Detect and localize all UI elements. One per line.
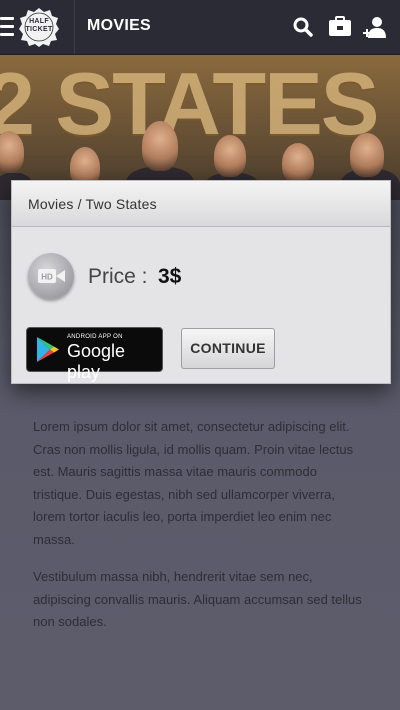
menu-icon[interactable] (0, 17, 14, 37)
continue-button[interactable]: CONTINUE (181, 328, 275, 369)
dialog-header: Movies / Two States (12, 181, 390, 227)
half-ticket-logo[interactable]: HALF TICKET (18, 7, 60, 47)
logo-line-half: HALF (29, 18, 49, 25)
description-paragraph: Vestibulum massa nibh, hendrerit vitae s… (33, 569, 362, 629)
search-icon[interactable] (290, 14, 316, 40)
movie-banner: 2 STATES (0, 55, 400, 200)
header-divider (74, 0, 75, 54)
hd-label: HD (41, 273, 53, 282)
page-title: MOVIES (87, 17, 152, 34)
store-large-text: Google play (67, 341, 126, 382)
cast-member (350, 133, 384, 177)
store-small-text: ANDROID APP ON (67, 334, 123, 340)
google-play-button[interactable]: ANDROID APP ON Google play (26, 327, 163, 382)
cast-member (214, 135, 246, 177)
ticket-wallet-icon[interactable] (327, 14, 353, 40)
google-play-icon (37, 337, 59, 362)
cast-member (282, 143, 314, 183)
logo-line-ticket: TICKET (25, 26, 53, 33)
user-add-icon[interactable] (362, 14, 388, 40)
price-label: Price : (88, 265, 148, 288)
banner-title-art: 2 STATES (0, 55, 379, 153)
cast-member (142, 121, 178, 171)
breadcrumb: Movies / Two States (28, 196, 157, 212)
price-value: 3$ (158, 265, 182, 288)
top-bar: HALF TICKET MOVIES (0, 0, 400, 55)
description-paragraph: Lorem ipsum dolor sit amet, consectetur … (33, 419, 354, 547)
hd-video-icon: HD (28, 253, 74, 299)
purchase-dialog: Movies / Two States HD Price : 3$ ANDROI… (11, 180, 391, 384)
